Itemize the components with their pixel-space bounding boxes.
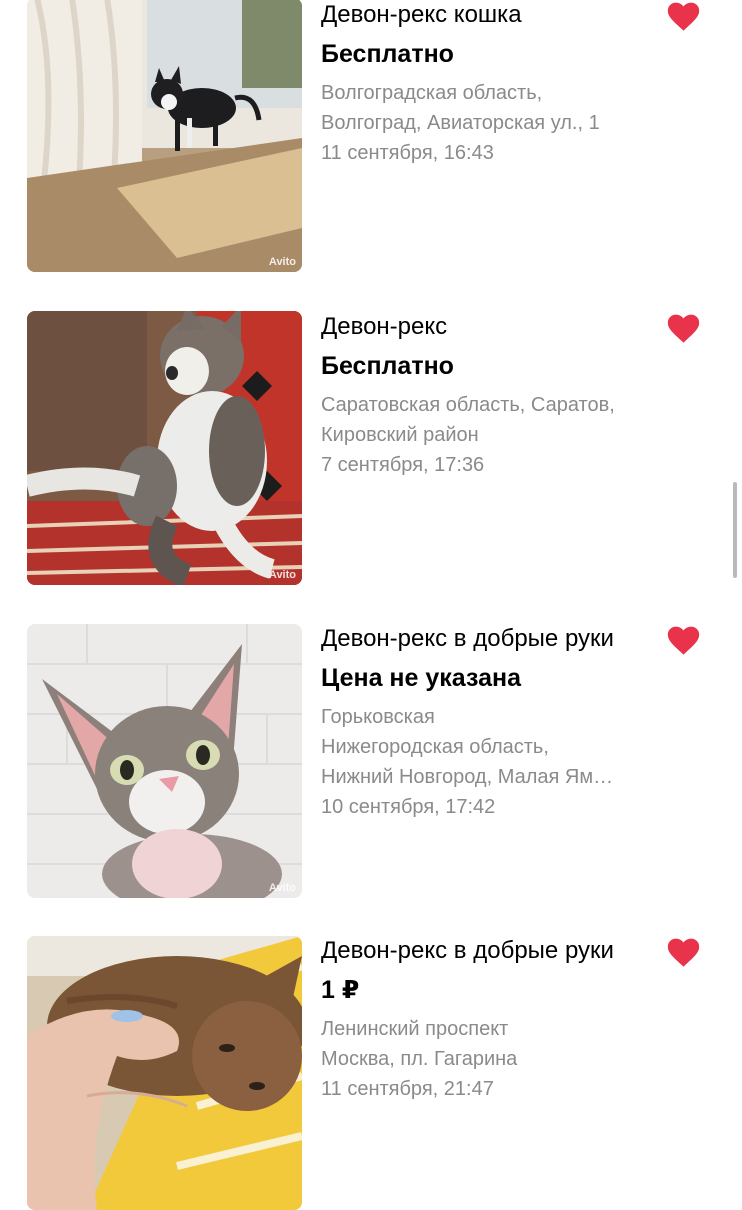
listing-info: Девон-рекс в добрые руки Цена не указана… <box>321 621 656 822</box>
listing-price: Бесплатно <box>321 40 454 68</box>
favorite-heart-icon[interactable] <box>667 2 700 32</box>
listing-address-line: Нижний Новгород, Малая Ям… <box>321 766 614 788</box>
listing-info: Девон-рекс Бесплатно Саратовская область… <box>321 309 656 480</box>
listing-title[interactable]: Девон-рекс в добрые руки <box>321 621 656 656</box>
listing-address-line: Волгоградская область, <box>321 82 543 104</box>
listing-title[interactable]: Девон-рекс в добрые руки <box>321 933 656 968</box>
cat-photo-image <box>27 624 302 898</box>
listing-address-line: Горьковская <box>321 706 435 728</box>
listing-address-line: Саратовская область, Саратов, <box>321 394 615 416</box>
cat-photo-image <box>27 0 302 272</box>
listing-address-line: Ленинский проспект <box>321 1018 509 1040</box>
listing-photo[interactable] <box>27 936 302 1210</box>
listing-date: 11 сентября, 21:47 <box>321 1078 494 1100</box>
favorite-heart-icon[interactable] <box>667 314 700 344</box>
avito-watermark: Avito <box>268 882 296 894</box>
listing-address-line: Волгоград, Авиаторская ул., 1 <box>321 112 600 134</box>
listing-title[interactable]: Девон-рекс <box>321 309 656 344</box>
cat-photo-image <box>27 311 302 585</box>
listing-date: 10 сентября, 17:42 <box>321 796 496 818</box>
avito-watermark: Avito <box>268 569 296 581</box>
listing-title[interactable]: Девон-рекс кошка <box>321 0 656 32</box>
listing-info: Девон-рекс в добрые руки 1 ₽ Ленинский п… <box>321 933 656 1104</box>
listing-address-line: Москва, пл. Гагарина <box>321 1048 518 1070</box>
listings-feed[interactable]: Avito Девон-рекс кошка Бесплатно Волгогр… <box>0 0 742 1210</box>
listing-info: Девон-рекс кошка Бесплатно Волгоградская… <box>321 0 656 168</box>
listing-address-line: Нижегородская область, <box>321 736 549 758</box>
vertical-scrollbar[interactable] <box>733 482 737 578</box>
listing-address-line: Кировский район <box>321 424 479 446</box>
listing-date: 11 сентября, 16:43 <box>321 142 494 164</box>
listing-price: 1 ₽ <box>321 976 360 1004</box>
listing-photo[interactable]: Avito <box>27 311 302 585</box>
listing-date: 7 сентября, 17:36 <box>321 454 485 476</box>
avito-watermark: Avito <box>268 256 296 268</box>
favorite-heart-icon[interactable] <box>667 626 700 656</box>
listing-photo[interactable]: Avito <box>27 0 302 272</box>
listing-photo[interactable]: Avito <box>27 624 302 898</box>
listing-price: Бесплатно <box>321 352 454 380</box>
favorite-heart-icon[interactable] <box>667 938 700 968</box>
listing-price: Цена не указана <box>321 664 521 692</box>
cat-photo-image <box>27 936 302 1210</box>
